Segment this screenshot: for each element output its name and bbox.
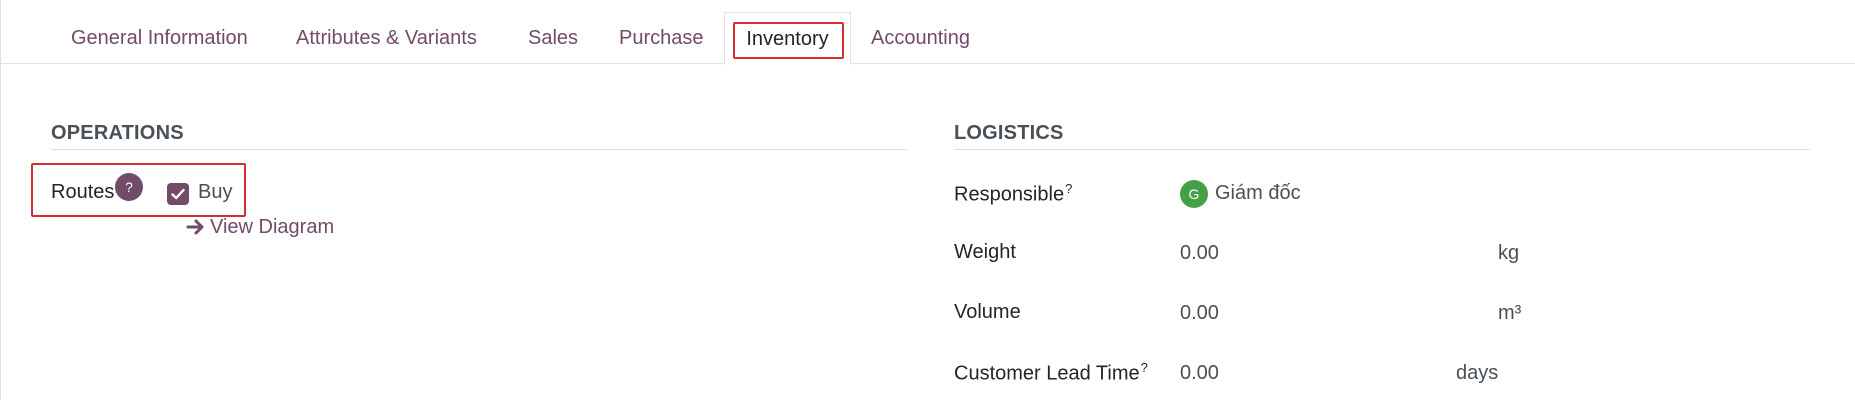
customer-lead-time-unit: days [1456, 362, 1499, 384]
product-form: General Information Attributes & Variant… [0, 0, 1855, 400]
tab-inventory-highlight [733, 22, 844, 59]
responsible-help-icon[interactable]: ? [1065, 181, 1072, 196]
weight-field[interactable]: 0.00 [1180, 242, 1219, 265]
routes-label: Routes [51, 181, 115, 203]
responsible-label: Responsible? [954, 181, 1072, 207]
tab-attributes-variants[interactable]: Attributes & Variants [296, 12, 477, 64]
route-buy-checkbox[interactable] [167, 183, 189, 205]
view-diagram-link[interactable]: View Diagram [210, 216, 334, 239]
tab-accounting[interactable]: Accounting [871, 12, 970, 64]
operations-divider [51, 149, 907, 150]
operations-title: OPERATIONS [51, 122, 184, 144]
avatar: G [1180, 180, 1208, 208]
route-buy-label[interactable]: Buy [198, 181, 232, 204]
checkmark-icon [171, 188, 185, 200]
weight-unit: kg [1498, 242, 1520, 264]
customer-lead-time-label: Customer Lead Time? [954, 360, 1148, 386]
volume-unit: m³ [1498, 302, 1522, 324]
notebook-tabs: General Information Attributes & Variant… [1, 0, 1855, 65]
logistics-title: LOGISTICS [954, 122, 1064, 144]
weight-label: Weight [954, 241, 1016, 263]
customer-lead-time-help-icon[interactable]: ? [1141, 360, 1148, 375]
customer-lead-time-label-text: Customer Lead Time [954, 362, 1140, 385]
volume-label: Volume [954, 301, 1021, 323]
volume-field[interactable]: 0.00 [1180, 302, 1219, 325]
tab-purchase[interactable]: Purchase [619, 12, 704, 64]
logistics-divider [954, 149, 1810, 150]
arrow-right-icon [186, 219, 204, 235]
tab-general-information[interactable]: General Information [71, 12, 248, 64]
tab-sales[interactable]: Sales [528, 12, 578, 64]
responsible-value[interactable]: Giám đốc [1215, 182, 1301, 205]
routes-help-icon[interactable]: ? [115, 173, 143, 201]
customer-lead-time-field[interactable]: 0.00 [1180, 362, 1219, 385]
responsible-label-text: Responsible [954, 183, 1065, 206]
